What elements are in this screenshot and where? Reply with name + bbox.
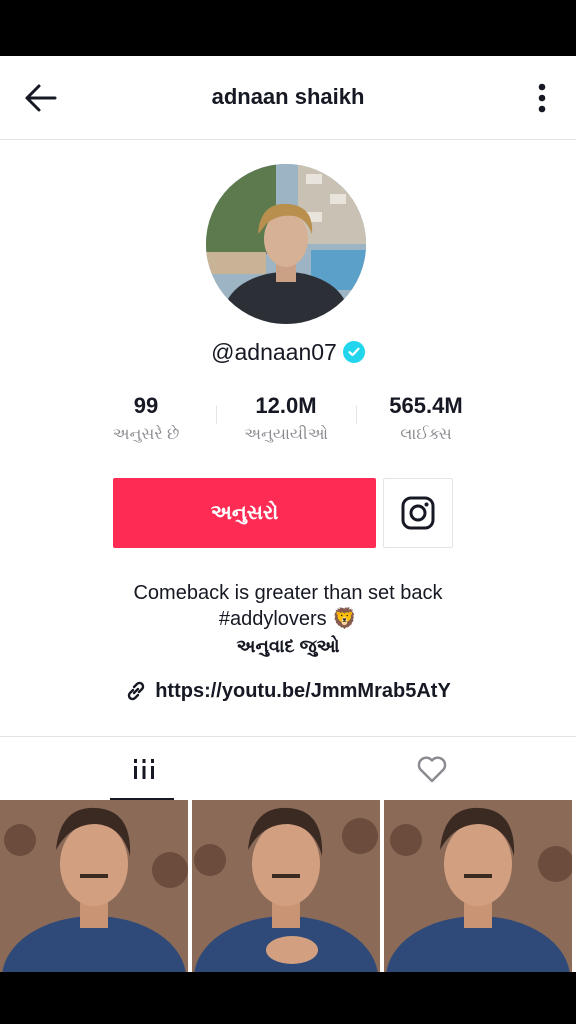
stat-likes-label: લાઈક્સ — [400, 426, 452, 443]
bio-line-1: Comeback is greater than set back — [133, 582, 443, 604]
profile-avatar[interactable] — [206, 164, 366, 324]
stat-followers-label: અનુયાયીઓ — [244, 426, 328, 443]
link-icon — [127, 681, 145, 701]
page-title: adnaan shaikh — [211, 84, 365, 109]
profile-bio: Comeback is greater than set back #addyl… — [0, 580, 576, 632]
stat-likes[interactable]: 565.4M લાઈક્સ — [356, 392, 496, 444]
tab-liked[interactable] — [288, 737, 576, 801]
see-translation-link[interactable]: અનુવાદ જુઓ — [0, 636, 576, 657]
video-grid — [0, 800, 576, 972]
videos-grid-icon — [134, 759, 154, 779]
video-thumbnail-image — [192, 800, 380, 972]
stat-followers[interactable]: 12.0M અનુયાયીઓ — [216, 392, 356, 444]
stat-likes-value: 565.4M — [389, 393, 463, 418]
instagram-button[interactable] — [383, 478, 453, 548]
more-vertical-icon — [538, 83, 546, 113]
profile-tabs — [0, 736, 576, 801]
video-thumbnail[interactable] — [384, 800, 572, 972]
video-thumbnail-image — [0, 800, 188, 972]
top-bar: adnaan shaikh — [0, 56, 576, 140]
heart-icon — [417, 756, 447, 783]
stat-followers-value: 12.0M — [255, 393, 317, 418]
stat-following-value: 99 — [133, 393, 159, 418]
video-thumbnail[interactable] — [0, 800, 188, 972]
profile-stats: 99 અનુસરે છે 12.0M અનુયાયીઓ 565.4M લાઈક્… — [0, 392, 576, 458]
verified-check-icon — [342, 341, 365, 363]
video-thumbnail[interactable] — [192, 800, 380, 972]
handle-row: @adnaan07 — [0, 336, 576, 368]
instagram-icon — [401, 496, 435, 530]
tab-videos[interactable] — [0, 737, 288, 801]
avatar-image — [206, 164, 366, 324]
stat-following[interactable]: 99 અનુસરે છે — [76, 392, 216, 444]
follow-button[interactable]: અનુસરો — [113, 478, 376, 548]
profile-handle: @adnaan07 — [211, 338, 337, 365]
video-thumbnail-image — [384, 800, 572, 972]
bio-link[interactable]: https://youtu.be/JmmMrab5AtY — [0, 676, 576, 706]
bio-line-2: #addylovers 🦁 — [218, 608, 358, 630]
stat-following-label: અનુસરે છે — [112, 426, 180, 443]
more-options-button[interactable] — [530, 78, 554, 118]
profile-screen: adnaan shaikh @adnaan07 99 અનુસરે છે 12.… — [0, 56, 576, 972]
bio-link-text: https://youtu.be/JmmMrab5AtY — [155, 679, 451, 702]
